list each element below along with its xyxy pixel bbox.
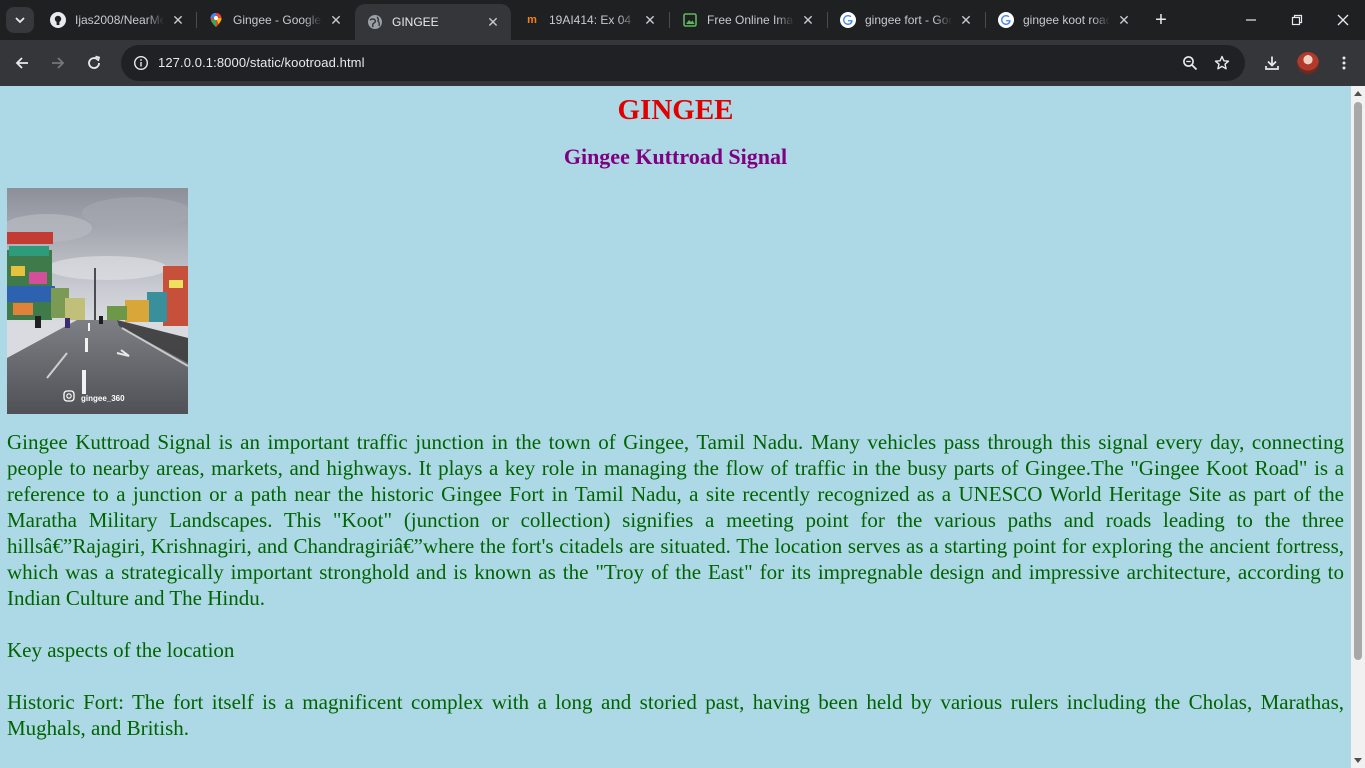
google-icon bbox=[840, 12, 856, 28]
menu-button[interactable] bbox=[1330, 49, 1358, 77]
scrollbar-thumb[interactable] bbox=[1354, 102, 1362, 660]
tab-google-search-fort[interactable]: gingee fort - Google ✕ bbox=[828, 4, 984, 36]
zoom-button[interactable] bbox=[1176, 49, 1204, 77]
new-tab-button[interactable]: + bbox=[1150, 9, 1172, 31]
page-title: GINGEE bbox=[617, 94, 734, 126]
close-icon bbox=[1337, 14, 1349, 26]
tab-title: Ijas2008/NearMe bbox=[75, 13, 164, 27]
tab-title: Gingee - Google Maps bbox=[233, 13, 322, 27]
browser-toolbar: 127.0.0.1:8000/static/kootroad.html bbox=[0, 40, 1365, 86]
bookmark-button[interactable] bbox=[1208, 49, 1236, 77]
page-viewport: GINGEE Gingee Kuttroad Signal gingee_360… bbox=[0, 86, 1351, 768]
tab-strip: Ijas2008/NearMe ✕ Gingee - Google Maps ✕… bbox=[0, 0, 1365, 40]
scroll-up-arrow-icon[interactable] bbox=[1354, 91, 1362, 96]
downloads-button[interactable] bbox=[1258, 49, 1286, 77]
restore-button[interactable] bbox=[1274, 4, 1320, 36]
tab-google-maps[interactable]: Gingee - Google Maps ✕ bbox=[196, 4, 354, 36]
close-icon[interactable]: ✕ bbox=[485, 14, 501, 30]
tab-title: 19AI414: Ex 04 - bbox=[549, 13, 636, 27]
close-icon[interactable]: ✕ bbox=[958, 12, 974, 28]
arrow-right-icon bbox=[52, 57, 65, 69]
scroll-down-arrow-icon[interactable] bbox=[1354, 758, 1362, 763]
more-vert-icon bbox=[1342, 56, 1346, 70]
vertical-scrollbar[interactable] bbox=[1351, 86, 1365, 768]
back-button[interactable] bbox=[8, 49, 36, 77]
address-bar[interactable]: 127.0.0.1:8000/static/kootroad.html bbox=[121, 45, 1245, 81]
reload-icon bbox=[88, 55, 101, 69]
avatar[interactable] bbox=[1297, 52, 1319, 74]
restore-icon bbox=[1291, 14, 1303, 26]
zoom-icon bbox=[1183, 56, 1198, 71]
star-icon bbox=[1214, 55, 1230, 70]
google-icon bbox=[998, 12, 1014, 28]
forward-button[interactable] bbox=[44, 49, 72, 77]
minimize-button[interactable] bbox=[1228, 4, 1274, 36]
image-icon bbox=[682, 12, 698, 28]
close-icon[interactable]: ✕ bbox=[170, 12, 186, 28]
tab-title: GINGEE bbox=[392, 15, 439, 29]
tab-gingee-active[interactable]: GINGEE ✕ bbox=[355, 4, 511, 40]
historic-fort-paragraph: Historic Fort: The fort itself is a magn… bbox=[7, 690, 1344, 740]
chevron-down-icon bbox=[15, 17, 25, 24]
arrow-left-icon bbox=[15, 57, 28, 69]
info-icon bbox=[133, 55, 149, 71]
tab-github[interactable]: Ijas2008/NearMe ✕ bbox=[38, 4, 196, 36]
close-icon[interactable]: ✕ bbox=[642, 12, 658, 28]
close-icon[interactable]: ✕ bbox=[800, 12, 816, 28]
tab-title: Free Online Image bbox=[707, 13, 794, 27]
plus-icon: + bbox=[1155, 9, 1167, 31]
junction-photo: gingee_360 bbox=[7, 188, 188, 414]
minimize-icon bbox=[1246, 19, 1256, 21]
url-text[interactable]: 127.0.0.1:8000/static/kootroad.html bbox=[158, 55, 365, 70]
tab-title: gingee fort - Google bbox=[865, 13, 952, 27]
tab-google-search-koot-road[interactable]: gingee koot road ✕ bbox=[986, 4, 1142, 36]
tab-title: gingee koot road bbox=[1023, 13, 1110, 27]
road-scene-image bbox=[7, 188, 188, 414]
page-content: GINGEE Gingee Kuttroad Signal gingee_360… bbox=[0, 95, 1351, 741]
close-icon[interactable]: ✕ bbox=[328, 12, 344, 28]
section-heading: Key aspects of the location bbox=[7, 638, 235, 662]
intro-paragraph: Gingee Kuttroad Signal is an important t… bbox=[7, 430, 1344, 610]
moodle-icon: m bbox=[527, 14, 537, 26]
close-icon[interactable]: ✕ bbox=[1116, 12, 1132, 28]
github-icon bbox=[50, 12, 66, 28]
image-watermark: gingee_360 bbox=[81, 394, 125, 403]
tab-image-tool[interactable]: Free Online Image ✕ bbox=[670, 4, 826, 36]
tab-moodle[interactable]: m 19AI414: Ex 04 - ✕ bbox=[512, 4, 668, 36]
reload-button[interactable] bbox=[80, 49, 108, 77]
globe-icon bbox=[367, 14, 383, 30]
site-info-button[interactable] bbox=[127, 49, 155, 77]
close-window-button[interactable] bbox=[1320, 4, 1365, 36]
page-subtitle: Gingee Kuttroad Signal bbox=[563, 144, 788, 169]
download-icon bbox=[1265, 56, 1279, 70]
google-maps-icon bbox=[208, 12, 224, 28]
tab-search-button[interactable] bbox=[6, 7, 34, 33]
